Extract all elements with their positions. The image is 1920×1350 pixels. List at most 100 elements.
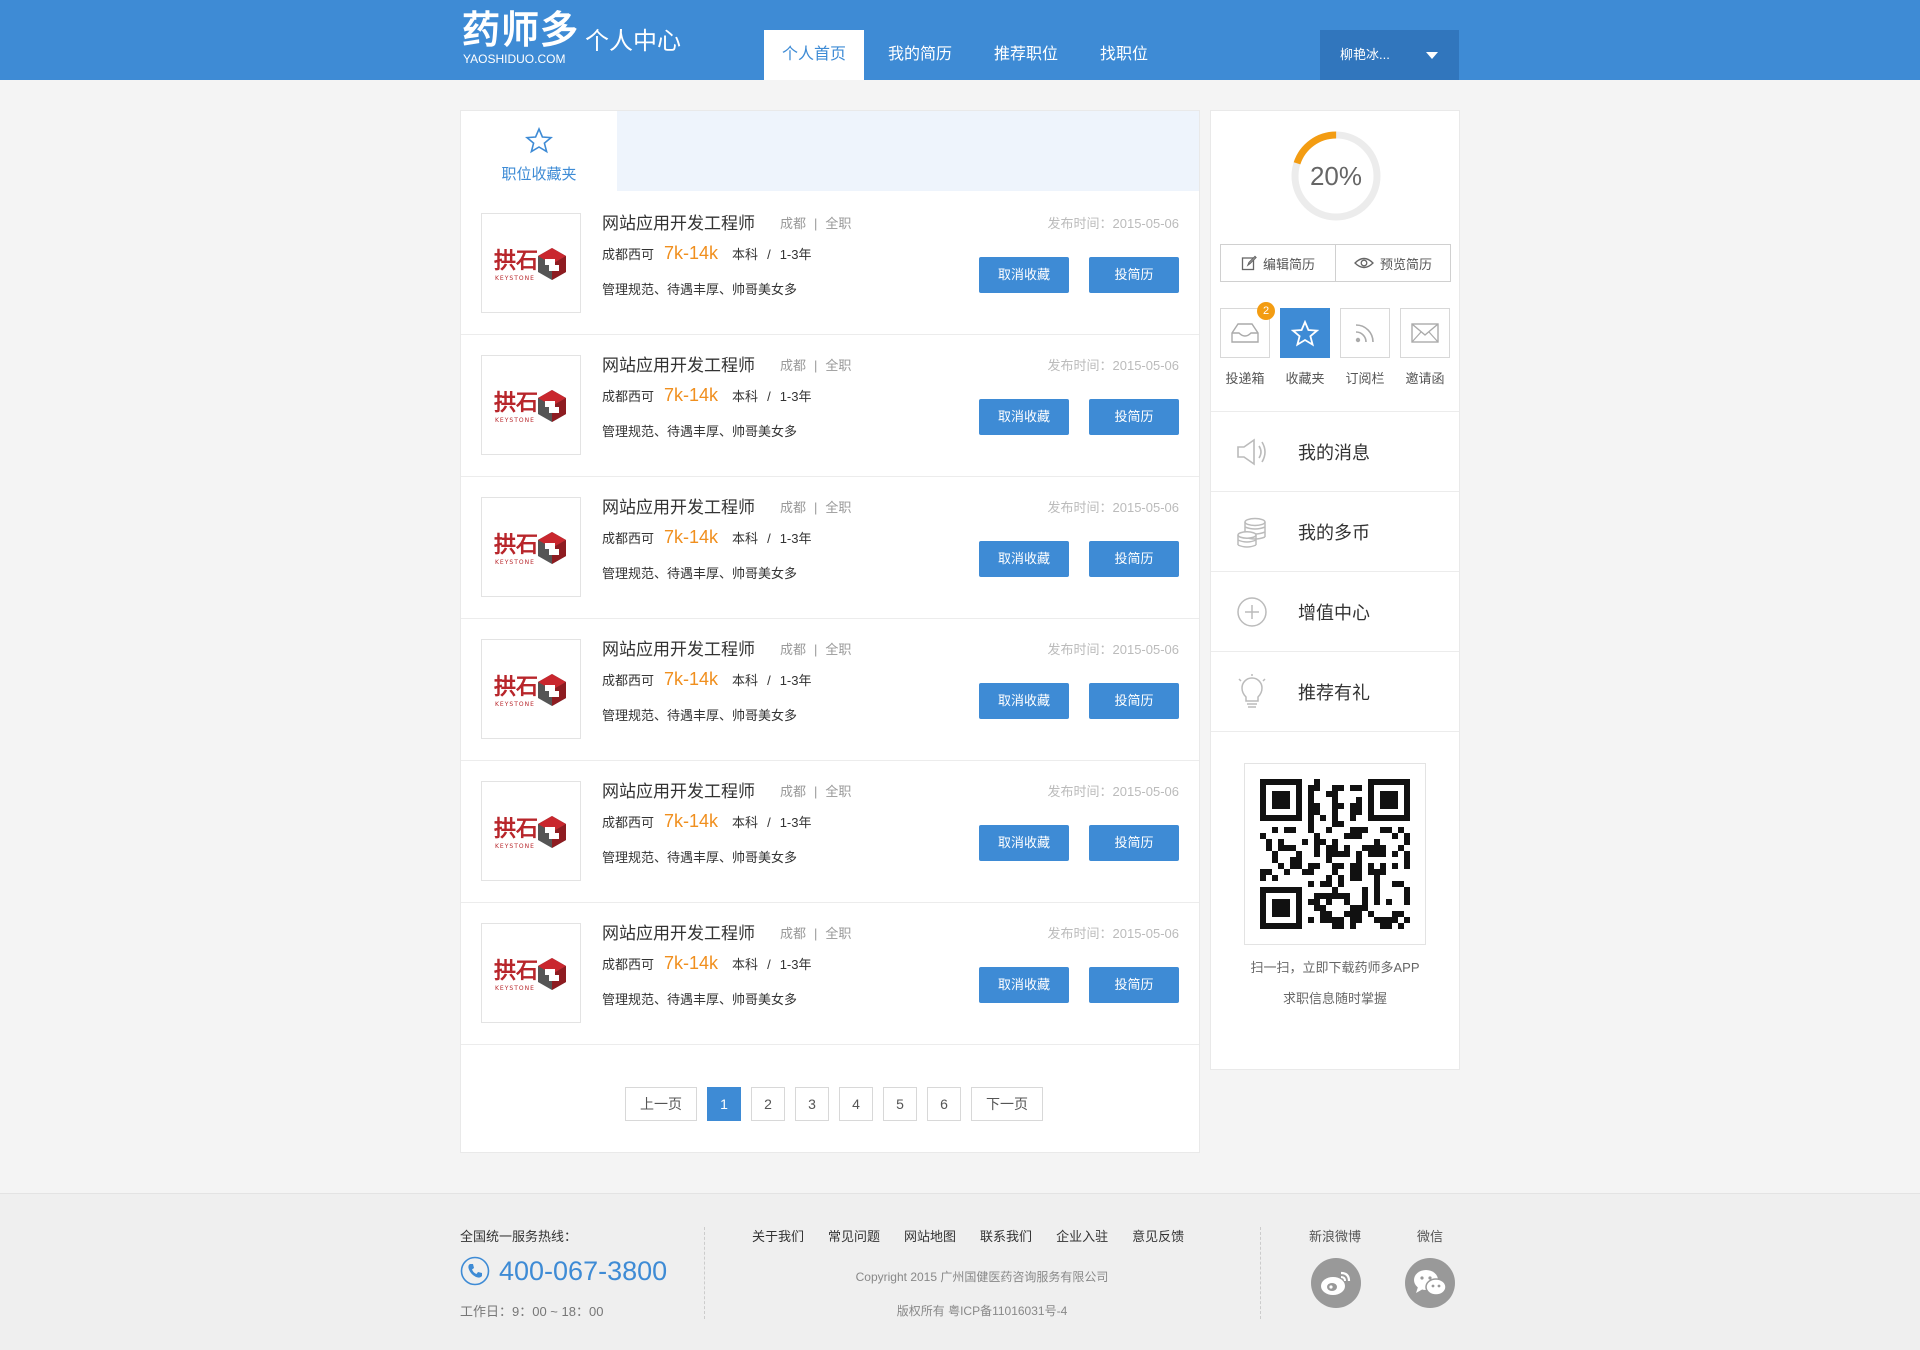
nav-resume[interactable]: 我的简历 — [870, 30, 970, 80]
weibo-button[interactable] — [1311, 1258, 1361, 1308]
tab-favorites[interactable]: 职位收藏夹 — [461, 111, 617, 192]
degree-requirement: 本科 — [732, 957, 759, 972]
keystone-logo-icon: 拱石KEYSTONE — [494, 816, 566, 850]
footer-link-sitemap[interactable]: 网站地图 — [904, 1226, 956, 1245]
job-location: 成都 | 全职 — [780, 355, 851, 374]
quick-favorites-box — [1280, 308, 1330, 358]
job-title[interactable]: 网站应用开发工程师 — [602, 635, 755, 660]
footer-link-about[interactable]: 关于我们 — [752, 1226, 804, 1245]
footer-link-enterprise[interactable]: 企业入驻 — [1056, 1226, 1108, 1245]
nav-home[interactable]: 个人首页 — [764, 30, 865, 80]
hotline-number[interactable]: 400-067-3800 — [499, 1256, 667, 1287]
job-title[interactable]: 网站应用开发工程师 — [602, 209, 755, 234]
apply-resume-button[interactable]: 投简历 — [1089, 541, 1179, 577]
phone-icon — [460, 1256, 490, 1286]
apply-resume-button[interactable]: 投简历 — [1089, 257, 1179, 293]
job-benefits: 管理规范、待遇丰厚、帅哥美女多 — [602, 282, 798, 297]
job-benefits: 管理规范、待遇丰厚、帅哥美女多 — [602, 992, 798, 1007]
menu-value-center[interactable]: 增值中心 — [1211, 571, 1459, 651]
company-name[interactable]: 成都西可 — [602, 244, 654, 263]
next-page-button[interactable]: 下一页 — [971, 1087, 1043, 1121]
svg-text:拱石: 拱石 — [494, 391, 538, 416]
unfavorite-button[interactable]: 取消收藏 — [979, 683, 1069, 719]
unfavorite-button[interactable]: 取消收藏 — [979, 257, 1069, 293]
footer-divider-right — [1260, 1227, 1261, 1319]
apply-resume-button[interactable]: 投简历 — [1089, 825, 1179, 861]
page-5-button[interactable]: 5 — [883, 1087, 917, 1121]
nav-find-jobs[interactable]: 找职位 — [1082, 30, 1166, 80]
page-3-button[interactable]: 3 — [795, 1087, 829, 1121]
company-name[interactable]: 成都西可 — [602, 812, 654, 831]
apply-resume-button[interactable]: 投简历 — [1089, 683, 1179, 719]
job-title[interactable]: 网站应用开发工程师 — [602, 777, 755, 802]
quick-inbox-label: 投递箱 — [1225, 371, 1265, 386]
preview-resume-label: 预览简历 — [1379, 256, 1432, 272]
summary-separator: / — [767, 957, 771, 972]
company-logo[interactable]: 拱石 KEYSTONE — [481, 639, 581, 739]
job-location: 成都 | 全职 — [780, 497, 851, 516]
job-meta-separator: | — [814, 642, 818, 657]
hotline-label: 全国统一服务热线： — [460, 1229, 578, 1244]
wechat-button[interactable] — [1405, 1258, 1455, 1308]
company-logo[interactable]: 拱石 KEYSTONE — [481, 923, 581, 1023]
mail-icon — [1411, 323, 1439, 343]
footer-link-contact[interactable]: 联系我们 — [980, 1226, 1032, 1245]
site-footer: 全国统一服务热线： 400-067-3800 工作日：9：00 ~ 18：00 … — [0, 1193, 1920, 1350]
job-title[interactable]: 网站应用开发工程师 — [602, 919, 755, 944]
inbox-icon — [1231, 323, 1259, 343]
quick-inbox[interactable]: 2 投递箱 — [1220, 302, 1275, 387]
nav-recommended[interactable]: 推荐职位 — [976, 30, 1076, 80]
quick-invitations-box — [1400, 308, 1450, 358]
quick-subscriptions-box — [1340, 308, 1390, 358]
svg-text:KEYSTONE: KEYSTONE — [495, 559, 535, 566]
company-name[interactable]: 成都西可 — [602, 954, 654, 973]
menu-referral[interactable]: 推荐有礼 — [1211, 651, 1459, 731]
unfavorite-button[interactable]: 取消收藏 — [979, 399, 1069, 435]
job-meta-separator: | — [814, 500, 818, 515]
user-dropdown[interactable]: 柳艳冰... — [1320, 30, 1459, 80]
rss-icon — [1355, 324, 1374, 343]
user-name: 柳艳冰... — [1340, 47, 1390, 62]
svg-text:拱石: 拱石 — [494, 249, 538, 274]
tab-favorites-label: 职位收藏夹 — [501, 166, 577, 183]
page-1-button[interactable]: 1 — [707, 1087, 741, 1121]
job-title[interactable]: 网站应用开发工程师 — [602, 493, 755, 518]
svg-text:拱石: 拱石 — [494, 817, 538, 842]
preview-resume-button[interactable]: 预览简历 — [1335, 245, 1450, 281]
quick-favorites[interactable]: 收藏夹 — [1280, 308, 1330, 387]
company-logo[interactable]: 拱石 KEYSTONE — [481, 355, 581, 455]
summary-separator: / — [767, 531, 771, 546]
company-logo[interactable]: 拱石 KEYSTONE — [481, 213, 581, 313]
job-card: 拱石 KEYSTONE 网站应用开发工程师 成都 | 全职 发布时间：2015-05-06 成… — [461, 761, 1199, 903]
unfavorite-button[interactable]: 取消收藏 — [979, 825, 1069, 861]
company-name[interactable]: 成都西可 — [602, 386, 654, 405]
apply-resume-button[interactable]: 投简历 — [1089, 399, 1179, 435]
svg-text:KEYSTONE: KEYSTONE — [495, 985, 535, 992]
job-title[interactable]: 网站应用开发工程师 — [602, 351, 755, 376]
prev-page-button[interactable]: 上一页 — [625, 1087, 697, 1121]
site-logo[interactable]: 药师多 — [462, 8, 579, 54]
company-logo[interactable]: 拱石 KEYSTONE — [481, 497, 581, 597]
page-6-button[interactable]: 6 — [927, 1087, 961, 1121]
job-type: 全职 — [825, 358, 852, 373]
edit-resume-button[interactable]: 编辑简历 — [1221, 245, 1335, 281]
footer-link-feedback[interactable]: 意见反馈 — [1132, 1226, 1184, 1245]
keystone-logo-icon: 拱石KEYSTONE — [494, 958, 566, 992]
svg-text:KEYSTONE: KEYSTONE — [495, 275, 535, 282]
job-benefits: 管理规范、待遇丰厚、帅哥美女多 — [602, 424, 798, 439]
unfavorite-button[interactable]: 取消收藏 — [979, 967, 1069, 1003]
page-2-button[interactable]: 2 — [751, 1087, 785, 1121]
quick-subscriptions[interactable]: 订阅栏 — [1340, 308, 1390, 387]
unfavorite-button[interactable]: 取消收藏 — [979, 541, 1069, 577]
footer-link-faq[interactable]: 常见问题 — [828, 1226, 880, 1245]
page-4-button[interactable]: 4 — [839, 1087, 873, 1121]
menu-messages[interactable]: 我的消息 — [1211, 411, 1459, 491]
menu-coins[interactable]: 我的多币 — [1211, 491, 1459, 571]
quick-invitations[interactable]: 邀请函 — [1400, 308, 1450, 387]
company-logo[interactable]: 拱石 KEYSTONE — [481, 781, 581, 881]
company-name[interactable]: 成都西可 — [602, 670, 654, 689]
company-name[interactable]: 成都西可 — [602, 528, 654, 547]
keystone-logo-icon: 拱石KEYSTONE — [494, 674, 566, 708]
apply-resume-button[interactable]: 投简历 — [1089, 967, 1179, 1003]
top-header: 药师多 YAOSHIDUO.COM 个人中心 个人首页 我的简历 推荐职位 找职… — [0, 0, 1920, 80]
